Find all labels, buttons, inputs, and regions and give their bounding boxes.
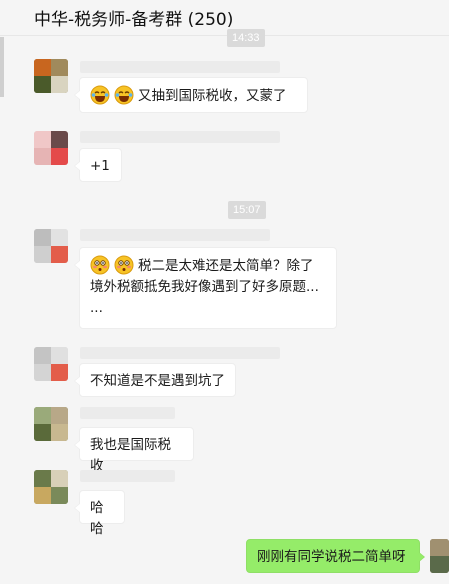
message-text-line: 境外税额抵免我好像遇到了好多原题... xyxy=(90,279,319,295)
message-text: 哈哈 xyxy=(90,500,104,537)
avatar[interactable] xyxy=(34,59,68,93)
message-bubble[interactable]: 不知道是不是遇到坑了 xyxy=(74,363,236,397)
my-avatar[interactable] xyxy=(430,539,449,573)
sender-name xyxy=(80,470,175,482)
my-message-bubble[interactable]: 刚刚有同学说税二简单呀 xyxy=(246,539,425,573)
sender-name xyxy=(80,61,280,73)
flushed-face-icon xyxy=(90,255,110,275)
laughing-crying-icon xyxy=(114,85,134,105)
message-bubble[interactable]: 我也是国际税收 xyxy=(74,427,194,474)
chat-header: 中华-税务师-备考群 (250) xyxy=(0,0,449,36)
message-text-line: ... xyxy=(90,300,103,316)
avatar[interactable] xyxy=(34,407,68,441)
message-text: 我也是国际税收 xyxy=(90,437,171,474)
message-bubble[interactable]: 税二是太难还是太简单？除了 境外税额抵免我好像遇到了好多原题... ... xyxy=(74,247,337,329)
message-text-line: 税二是太难还是太简单？除了 xyxy=(138,258,314,274)
avatar[interactable] xyxy=(34,347,68,381)
avatar[interactable] xyxy=(34,131,68,165)
message-bubble[interactable]: 又抽到国际税收，又蒙了 xyxy=(74,77,308,113)
flushed-face-icon xyxy=(114,255,134,275)
message-text: 又抽到国际税收，又蒙了 xyxy=(138,88,287,104)
timestamp: 15:07 xyxy=(228,201,266,219)
message-text: 不知道是不是遇到坑了 xyxy=(90,373,225,389)
sender-name xyxy=(80,131,280,143)
message-text: +1 xyxy=(90,158,110,174)
scrollbar[interactable] xyxy=(0,37,4,97)
laughing-crying-icon xyxy=(90,85,110,105)
sender-name xyxy=(80,347,280,359)
timestamp: 14:33 xyxy=(227,29,265,47)
message-bubble[interactable]: 哈哈 xyxy=(74,490,125,537)
sender-name xyxy=(80,229,270,241)
sender-name xyxy=(80,407,175,419)
avatar[interactable] xyxy=(34,470,68,504)
message-bubble[interactable]: +1 xyxy=(74,148,122,182)
message-text: 刚刚有同学说税二简单呀 xyxy=(257,549,406,565)
avatar[interactable] xyxy=(34,229,68,263)
chat-title[interactable]: 中华-税务师-备考群 (250) xyxy=(34,5,233,30)
